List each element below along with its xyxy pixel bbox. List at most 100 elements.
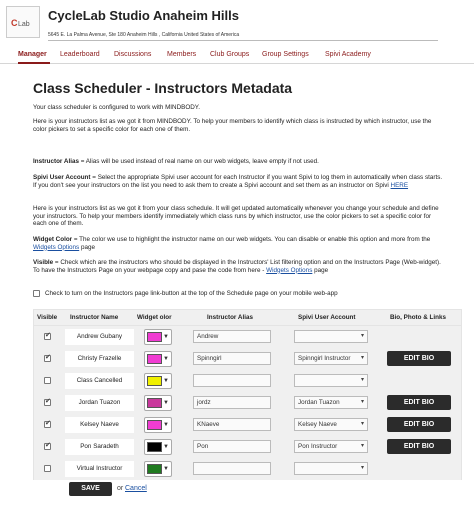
instructor-alias-input[interactable]: KNaeve bbox=[193, 418, 271, 431]
widget-color-picker[interactable]: ▼ bbox=[144, 439, 172, 455]
table-row: Jordan Tuazon ▼ jordz Jordan Tuazon ▾ EDIT BI… bbox=[33, 392, 462, 414]
spivi-account-value: Pon Instructor bbox=[298, 443, 338, 450]
widget-color-picker[interactable]: ▼ bbox=[144, 461, 172, 477]
edit-bio-button[interactable]: EDIT BIO bbox=[387, 395, 451, 410]
mobile-page-link-option: Check to turn on the Instructors page li… bbox=[33, 290, 338, 297]
color-swatch bbox=[147, 464, 162, 474]
spivi-text: = Select the appropriate Spivi user acco… bbox=[33, 174, 443, 189]
instructor-alias-input[interactable]: Spinngirl bbox=[193, 352, 271, 365]
visible-suffix: page bbox=[312, 266, 329, 274]
chevron-down-icon: ▼ bbox=[163, 444, 169, 450]
spivi-here-link[interactable]: HERE bbox=[391, 182, 409, 189]
nav-members[interactable]: Members bbox=[167, 51, 196, 58]
col-instructor-name: Instructor Name bbox=[70, 314, 119, 321]
visible-label: Visible bbox=[33, 259, 54, 266]
schedule-instructions-text: Here is your instructors list as we got … bbox=[33, 205, 439, 228]
color-swatch bbox=[147, 398, 162, 408]
col-bio: Bio, Photo & Links bbox=[390, 314, 446, 321]
instructor-alias-input[interactable]: Andrew bbox=[193, 330, 271, 343]
visible-checkbox[interactable] bbox=[44, 465, 51, 472]
table-row: Pon Saradeth ▼ Pon Pon Instructor ▾ EDIT BIO bbox=[33, 436, 462, 458]
visible-checkbox[interactable] bbox=[44, 353, 51, 362]
studio-name: CycleLab Studio Anaheim Hills bbox=[48, 8, 239, 23]
chevron-down-icon: ▼ bbox=[163, 356, 169, 362]
chevron-down-icon: ▼ bbox=[163, 400, 169, 406]
table-row: Christy Frazelle ▼ Spinngirl Spinngirl Inst… bbox=[33, 348, 462, 370]
widget-color-description: Widget Color = The color we use to highl… bbox=[33, 236, 443, 251]
edit-bio-button[interactable]: EDIT BIO bbox=[387, 351, 451, 366]
spivi-account-select[interactable]: ▾ bbox=[294, 374, 368, 387]
instructor-alias-input[interactable] bbox=[193, 462, 271, 475]
instructor-alias-input[interactable]: jordz bbox=[193, 396, 271, 409]
nav-club-groups[interactable]: Club Groups bbox=[210, 51, 249, 58]
widget-color-picker[interactable]: ▼ bbox=[144, 373, 172, 389]
instructor-alias-input[interactable] bbox=[193, 374, 271, 387]
visible-checkbox[interactable] bbox=[44, 397, 51, 406]
nav-spivi-academy[interactable]: Spivi Academy bbox=[325, 51, 371, 58]
spivi-account-select[interactable]: ▾ bbox=[294, 462, 368, 475]
edit-bio-button[interactable]: EDIT BIO bbox=[387, 417, 451, 432]
widget-color-suffix: page bbox=[79, 243, 95, 251]
color-swatch bbox=[147, 420, 162, 430]
instructor-name: Pon Saradeth bbox=[65, 439, 134, 455]
widget-color-text: = The color we use to highlight the inst… bbox=[72, 236, 431, 243]
page-header: C Lab CycleLab Studio Anaheim Hills 5645… bbox=[0, 0, 474, 44]
instructor-name: Kelsey Naeve bbox=[65, 417, 134, 433]
spivi-account-select[interactable]: ▾ bbox=[294, 330, 368, 343]
studio-logo[interactable]: C Lab bbox=[6, 6, 40, 38]
widgets-options-link-2[interactable]: Widgets Options bbox=[266, 267, 312, 274]
nav-active-underline bbox=[18, 62, 50, 64]
table-row: Class Cancelled ▼ ▾ bbox=[33, 370, 462, 392]
visible-checkbox[interactable] bbox=[44, 331, 51, 340]
cancel-link[interactable]: Cancel bbox=[125, 485, 147, 492]
instructor-name: Class Cancelled bbox=[65, 373, 134, 389]
spivi-account-select[interactable]: Spinngirl Instructor ▾ bbox=[294, 352, 368, 365]
spivi-account-select[interactable]: Pon Instructor ▾ bbox=[294, 440, 368, 453]
widgets-options-link[interactable]: Widgets Options bbox=[33, 244, 79, 251]
chevron-down-icon: ▼ bbox=[163, 378, 169, 384]
widget-color-picker[interactable]: ▼ bbox=[144, 395, 172, 411]
spivi-label: Spivi User Account bbox=[33, 174, 91, 181]
mobile-page-link-checkbox[interactable] bbox=[33, 290, 40, 297]
nav-manager[interactable]: Manager bbox=[18, 51, 47, 58]
nav-group-settings[interactable]: Group Settings bbox=[262, 51, 309, 58]
edit-bio-button[interactable]: EDIT BIO bbox=[387, 439, 451, 454]
visible-checkbox[interactable] bbox=[44, 419, 51, 428]
mindbody-instructions-text: Here is your instructors list as we got … bbox=[33, 118, 432, 133]
col-spivi-account: Spivi User Account bbox=[298, 314, 356, 321]
widget-color-picker[interactable]: ▼ bbox=[144, 417, 172, 433]
visible-checkbox[interactable] bbox=[44, 441, 51, 450]
cyclelab-logo-icon: C Lab bbox=[11, 18, 30, 28]
studio-address: 5645 E. La Palma Avenue, Ste 180 Anaheim… bbox=[48, 32, 240, 38]
header-divider bbox=[48, 40, 438, 41]
widget-color-label: Widget Color bbox=[33, 236, 73, 243]
color-swatch bbox=[147, 442, 162, 452]
widget-color-picker[interactable]: ▼ bbox=[144, 329, 172, 345]
spivi-account-select[interactable]: Kelsey Naeve ▾ bbox=[294, 418, 368, 431]
spivi-account-select[interactable]: Jordan Tuazon ▾ bbox=[294, 396, 368, 409]
alias-text: = Alias will be used instead of real nam… bbox=[78, 158, 319, 165]
chevron-down-icon: ▾ bbox=[360, 399, 364, 405]
visible-checkbox[interactable] bbox=[44, 377, 51, 384]
nav-discussions[interactable]: Discussions bbox=[114, 51, 151, 58]
save-button[interactable]: SAVE bbox=[69, 482, 112, 496]
chevron-down-icon: ▼ bbox=[163, 466, 169, 472]
chevron-down-icon: ▾ bbox=[360, 333, 364, 339]
widget-color-picker[interactable]: ▼ bbox=[144, 351, 172, 367]
instructor-name: Jordan Tuazon bbox=[65, 395, 134, 411]
chevron-down-icon: ▼ bbox=[163, 334, 169, 340]
chevron-down-icon: ▼ bbox=[163, 422, 169, 428]
instructor-name: Andrew Gubany bbox=[65, 329, 134, 345]
visible-text-2: To have the Instructors Page on your web… bbox=[33, 266, 267, 274]
col-widget-color: Widget olor bbox=[137, 314, 172, 321]
chevron-down-icon: ▾ bbox=[360, 443, 364, 449]
alias-label: Instructor Alias bbox=[33, 158, 79, 165]
scheduler-config-text: Your class scheduler is configured to wo… bbox=[33, 104, 200, 111]
visible-description: Visible = Check which are the instructor… bbox=[33, 259, 443, 274]
nav-leaderboard[interactable]: Leaderboard bbox=[60, 51, 100, 58]
color-swatch bbox=[147, 376, 162, 386]
table-row: Kelsey Naeve ▼ KNaeve Kelsey Naeve ▾ EDIT BIO bbox=[33, 414, 462, 436]
table-row: Virtual Instructor ▼ ▾ bbox=[33, 458, 462, 480]
spivi-account-description: Spivi User Account = Select the appropri… bbox=[33, 174, 443, 189]
instructor-alias-input[interactable]: Pon bbox=[193, 440, 271, 453]
